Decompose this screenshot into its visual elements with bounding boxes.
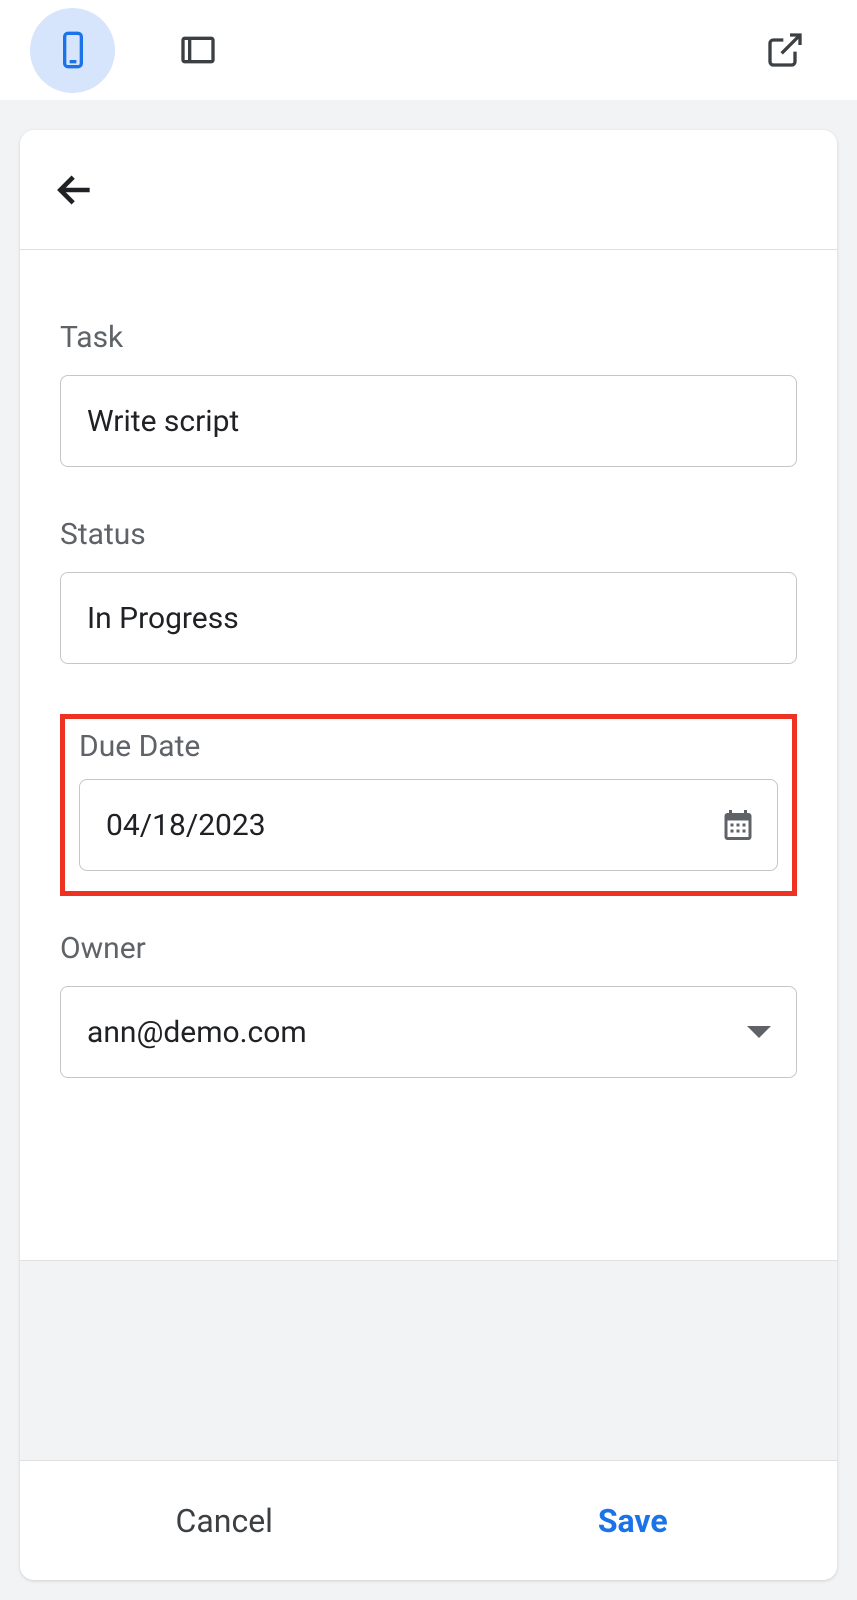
cancel-button[interactable]: Cancel bbox=[20, 1461, 429, 1580]
external-link-icon bbox=[765, 30, 805, 70]
owner-select[interactable] bbox=[60, 986, 797, 1078]
owner-field-group: Owner bbox=[60, 931, 797, 1078]
mobile-icon bbox=[53, 30, 93, 70]
due-date-field-group: Due Date bbox=[60, 714, 797, 896]
back-button[interactable] bbox=[50, 165, 100, 215]
task-field-group: Task bbox=[60, 320, 797, 467]
task-label: Task bbox=[60, 320, 797, 355]
device-toolbar bbox=[0, 0, 857, 100]
owner-label: Owner bbox=[60, 931, 797, 966]
tablet-icon bbox=[178, 30, 218, 70]
form-footer: Cancel Save bbox=[20, 1460, 837, 1580]
status-input[interactable] bbox=[60, 572, 797, 664]
preview-area: Task Status Due Date Owner bbox=[0, 100, 857, 1600]
mobile-view-button[interactable] bbox=[30, 8, 115, 93]
status-label: Status bbox=[60, 517, 797, 552]
due-date-label: Due Date bbox=[79, 729, 778, 764]
owner-select-wrap bbox=[60, 986, 797, 1078]
status-field-group: Status bbox=[60, 517, 797, 664]
date-input-wrap bbox=[79, 779, 778, 871]
due-date-input[interactable] bbox=[79, 779, 778, 871]
form-card: Task Status Due Date Owner bbox=[20, 130, 837, 1580]
form-body: Task Status Due Date Owner bbox=[20, 250, 837, 1260]
card-header bbox=[20, 130, 837, 250]
task-input[interactable] bbox=[60, 375, 797, 467]
tablet-view-button[interactable] bbox=[155, 8, 240, 93]
open-external-button[interactable] bbox=[742, 8, 827, 93]
arrow-left-icon bbox=[53, 168, 97, 212]
toolbar-left bbox=[30, 8, 240, 93]
form-spacer bbox=[20, 1260, 837, 1460]
save-button[interactable]: Save bbox=[429, 1461, 838, 1580]
